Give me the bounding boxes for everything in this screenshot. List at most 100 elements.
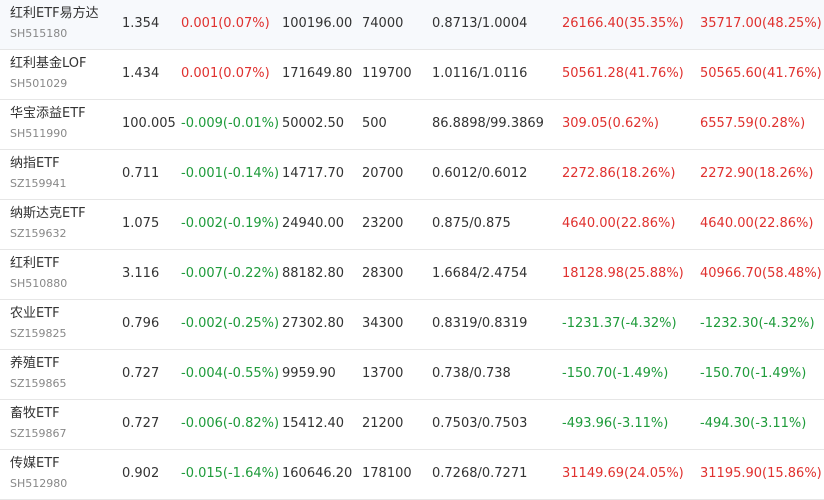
profit-value: 18128.98(25.88%) [562, 266, 684, 281]
table-row[interactable]: 传媒ETF SH512980 0.902 -0.015(-1.64%) 1606… [0, 450, 824, 500]
cost-value: 0.875/0.875 [432, 216, 511, 231]
security-code: SZ159825 [10, 327, 67, 340]
profit-value: -1231.37(-4.32%) [562, 316, 677, 331]
security-name: 传媒ETF [10, 456, 60, 471]
shares-value: 119700 [362, 66, 412, 81]
total-profit-value: -494.30(-3.11%) [700, 416, 807, 431]
table-row[interactable]: 红利基金LOF SH501029 1.434 0.001(0.07%) 1716… [0, 50, 824, 100]
security-code: SH510880 [10, 277, 68, 290]
security-name-cell: 红利ETF SH510880 [10, 256, 67, 290]
total-profit-value: 31195.90(15.86%) [700, 466, 822, 481]
shares-value: 20700 [362, 166, 404, 181]
total-profit-value: 2272.90(18.26%) [700, 166, 814, 181]
cost-value: 0.7503/0.7503 [432, 416, 528, 431]
security-name: 畜牧ETF [10, 406, 60, 421]
change-value: -0.015(-1.64%) [181, 466, 280, 481]
cost-value: 0.8319/0.8319 [432, 316, 528, 331]
total-profit-value: 35717.00(48.25%) [700, 16, 822, 31]
price-value: 1.434 [122, 66, 160, 81]
price-value: 100.005 [122, 116, 176, 131]
security-name: 纳斯达克ETF [10, 206, 86, 221]
market-value: 50002.50 [282, 116, 345, 131]
security-name-cell: 红利基金LOF SH501029 [10, 56, 87, 90]
security-name: 纳指ETF [10, 156, 60, 171]
total-profit-value: -150.70(-1.49%) [700, 366, 807, 381]
change-value: 0.001(0.07%) [181, 16, 270, 31]
holdings-table: 红利ETF易方达 SH515180 1.354 0.001(0.07%) 100… [0, 0, 824, 500]
table-row[interactable]: 华宝添益ETF SH511990 100.005 -0.009(-0.01%) … [0, 100, 824, 150]
price-value: 0.727 [122, 366, 160, 381]
table-row[interactable]: 纳斯达克ETF SZ159632 1.075 -0.002(-0.19%) 24… [0, 200, 824, 250]
profit-value: 2272.86(18.26%) [562, 166, 676, 181]
total-profit-value: 4640.00(22.86%) [700, 216, 814, 231]
security-code: SH511990 [10, 127, 68, 140]
cost-value: 1.6684/2.4754 [432, 266, 528, 281]
change-value: -0.006(-0.82%) [181, 416, 280, 431]
security-name: 华宝添益ETF [10, 106, 86, 121]
security-code: SH501029 [10, 77, 68, 90]
price-value: 0.727 [122, 416, 160, 431]
profit-value: -493.96(-3.11%) [562, 416, 669, 431]
security-name-cell: 农业ETF SZ159825 [10, 306, 67, 340]
total-profit-value: -1232.30(-4.32%) [700, 316, 815, 331]
change-value: -0.009(-0.01%) [181, 116, 280, 131]
change-value: -0.004(-0.55%) [181, 366, 280, 381]
security-code: SH512980 [10, 477, 68, 490]
total-profit-value: 40966.70(58.48%) [700, 266, 822, 281]
total-profit-value: 50565.60(41.76%) [700, 66, 822, 81]
market-value: 171649.80 [282, 66, 353, 81]
change-value: -0.007(-0.22%) [181, 266, 280, 281]
security-name: 红利ETF易方达 [10, 6, 99, 21]
table-row[interactable]: 红利ETF易方达 SH515180 1.354 0.001(0.07%) 100… [0, 0, 824, 50]
shares-value: 13700 [362, 366, 404, 381]
security-code: SZ159632 [10, 227, 67, 240]
security-name: 养殖ETF [10, 356, 60, 371]
market-value: 24940.00 [282, 216, 345, 231]
shares-value: 178100 [362, 466, 412, 481]
cost-value: 0.7268/0.7271 [432, 466, 528, 481]
security-name-cell: 红利ETF易方达 SH515180 [10, 6, 99, 40]
security-code: SH515180 [10, 27, 68, 40]
table-row[interactable]: 农业ETF SZ159825 0.796 -0.002(-0.25%) 2730… [0, 300, 824, 350]
table-row[interactable]: 养殖ETF SZ159865 0.727 -0.004(-0.55%) 9959… [0, 350, 824, 400]
security-name-cell: 纳斯达克ETF SZ159632 [10, 206, 86, 240]
price-value: 0.711 [122, 166, 160, 181]
security-code: SZ159865 [10, 377, 67, 390]
security-name-cell: 纳指ETF SZ159941 [10, 156, 67, 190]
price-value: 0.902 [122, 466, 160, 481]
security-name-cell: 养殖ETF SZ159865 [10, 356, 67, 390]
cost-value: 1.0116/1.0116 [432, 66, 528, 81]
security-name-cell: 华宝添益ETF SH511990 [10, 106, 86, 140]
security-name: 农业ETF [10, 306, 60, 321]
cost-value: 86.8898/99.3869 [432, 116, 544, 131]
profit-value: 4640.00(22.86%) [562, 216, 676, 231]
table-row[interactable]: 畜牧ETF SZ159867 0.727 -0.006(-0.82%) 1541… [0, 400, 824, 450]
security-name: 红利基金LOF [10, 56, 87, 71]
shares-value: 500 [362, 116, 387, 131]
table-row[interactable]: 纳指ETF SZ159941 0.711 -0.001(-0.14%) 1471… [0, 150, 824, 200]
price-value: 1.354 [122, 16, 160, 31]
profit-value: -150.70(-1.49%) [562, 366, 669, 381]
change-value: -0.002(-0.19%) [181, 216, 280, 231]
security-code: SZ159867 [10, 427, 67, 440]
profit-value: 26166.40(35.35%) [562, 16, 684, 31]
shares-value: 28300 [362, 266, 404, 281]
market-value: 100196.00 [282, 16, 353, 31]
security-name-cell: 畜牧ETF SZ159867 [10, 406, 67, 440]
cost-value: 0.6012/0.6012 [432, 166, 528, 181]
security-code: SZ159941 [10, 177, 67, 190]
cost-value: 0.8713/1.0004 [432, 16, 528, 31]
table-row[interactable]: 红利ETF SH510880 3.116 -0.007(-0.22%) 8818… [0, 250, 824, 300]
market-value: 27302.80 [282, 316, 345, 331]
shares-value: 74000 [362, 16, 404, 31]
price-value: 1.075 [122, 216, 160, 231]
security-name-cell: 传媒ETF SH512980 [10, 456, 67, 490]
shares-value: 23200 [362, 216, 404, 231]
price-value: 0.796 [122, 316, 160, 331]
total-profit-value: 6557.59(0.28%) [700, 116, 806, 131]
market-value: 88182.80 [282, 266, 345, 281]
shares-value: 21200 [362, 416, 404, 431]
price-value: 3.116 [122, 266, 160, 281]
change-value: 0.001(0.07%) [181, 66, 270, 81]
profit-value: 50561.28(41.76%) [562, 66, 684, 81]
